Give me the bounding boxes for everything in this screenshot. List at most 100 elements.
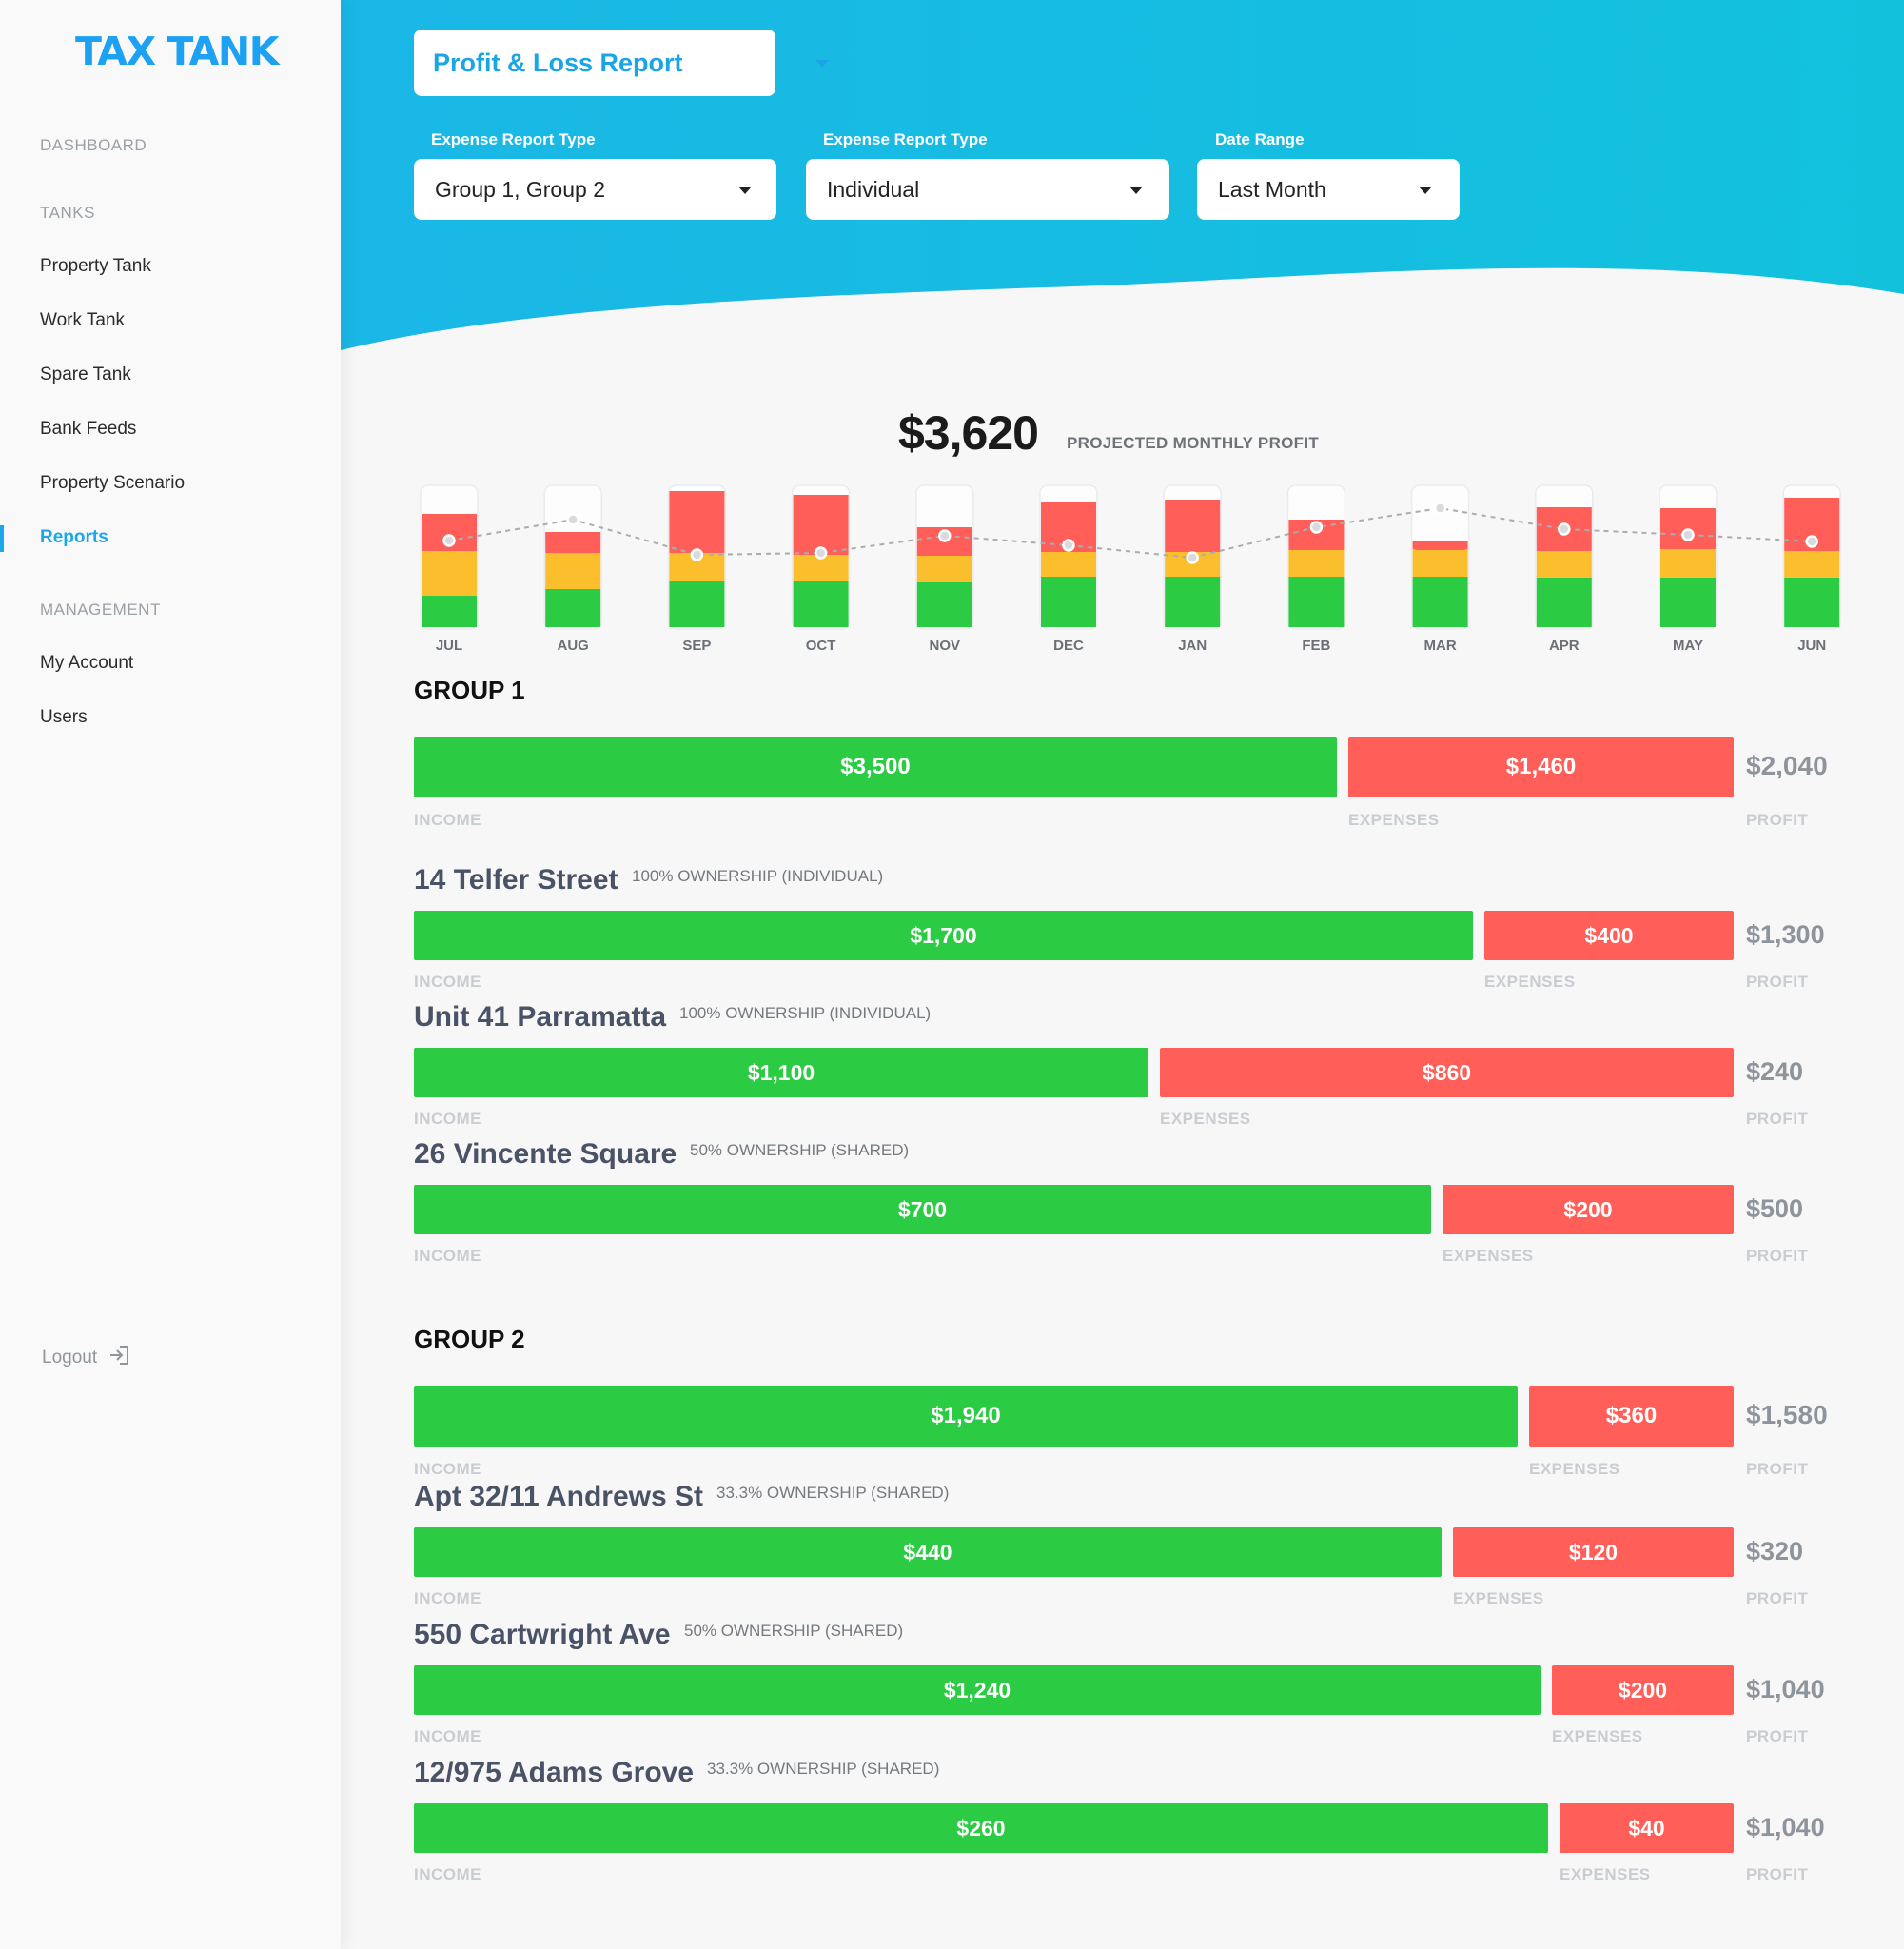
sidebar-item-my-account[interactable]: My Account	[40, 653, 133, 674]
group-2-property-2-name[interactable]: 550 Cartwright Ave	[414, 1619, 671, 1651]
group-2-property-3-expenses-bar[interactable]: $40	[1560, 1803, 1734, 1853]
group-1-property-1-profit-value: $1,300	[1746, 919, 1825, 949]
group-1-property-3-expenses-bar[interactable]: $200	[1443, 1185, 1734, 1234]
sidebar-item-reports[interactable]: Reports	[40, 527, 108, 548]
header-banner: Profit & Loss Report Expense Report Type…	[341, 0, 1904, 362]
group-2-property-1-expenses-bar[interactable]: $120	[1453, 1527, 1734, 1577]
group-2-property-1-income-bar[interactable]: $440	[414, 1527, 1442, 1577]
group-2-property-2-profit-value: $1,040	[1746, 1674, 1825, 1703]
chart-bar-cap	[1041, 502, 1096, 512]
chart-bar-cap	[1536, 507, 1592, 517]
group-1-property-3-expenses-label: EXPENSES	[1443, 1247, 1534, 1265]
chart-bar-cap	[422, 514, 477, 523]
chart-trend-point	[566, 513, 579, 526]
filter-value-groups: Group 1, Group 2	[435, 176, 605, 202]
group-2-property-2-expenses-bar[interactable]: $200	[1552, 1665, 1734, 1715]
chart-x-tick-label: JUL	[436, 638, 462, 654]
chart-bar-segment	[422, 551, 477, 596]
group-1-summary-expenses-label: EXPENSES	[1348, 811, 1440, 829]
group-1-property-3-profit-value: $500	[1746, 1193, 1804, 1223]
chart-bar-cap	[1165, 500, 1221, 509]
group-1-summary-expenses-bar[interactable]: $1,460	[1348, 737, 1734, 797]
chart-bar-segment	[1288, 550, 1345, 577]
sidebar-item-bank-feeds[interactable]: Bank Feeds	[40, 419, 136, 440]
sidebar-item-work-tank[interactable]: Work Tank	[40, 310, 125, 331]
group-1-property-1-name[interactable]: 14 Telfer Street	[414, 864, 618, 896]
chart-bar-segment	[1288, 577, 1345, 627]
group-2-property-3-name[interactable]: 12/975 Adams Grove	[414, 1757, 694, 1789]
group-1-summary-income-bar[interactable]: $3,500	[414, 737, 1337, 797]
group-2-summary-expenses-bar[interactable]: $360	[1529, 1386, 1734, 1447]
group-2-property-1-name[interactable]: Apt 32/11 Andrews St	[414, 1481, 703, 1513]
chart-bar-segment	[1041, 552, 1096, 577]
group-1-property-1-income-bar[interactable]: $1,700	[414, 911, 1473, 960]
chart-bar-segment	[1165, 577, 1221, 627]
report-type-value: Profit & Loss Report	[433, 48, 683, 77]
chart-bar-segment	[1660, 549, 1716, 578]
chevron-down-icon	[815, 60, 829, 68]
group-1-property-1-income-label: INCOME	[414, 973, 481, 991]
group-1-summary-profit-value: $2,040	[1746, 751, 1828, 781]
group-2-property-2-income-bar[interactable]: $1,240	[414, 1665, 1541, 1715]
group-1-property-3-income-bar[interactable]: $700	[414, 1185, 1431, 1234]
chart-bar-cap	[545, 532, 601, 541]
chart-x-tick-label: FEB	[1302, 638, 1330, 654]
chart-bar-segment	[422, 596, 477, 627]
chart-bar-segment	[669, 581, 725, 627]
chart-trend-point	[814, 546, 828, 560]
group-2-property-2-profit-label: PROFIT	[1746, 1727, 1809, 1745]
group-1-property-2-expenses-label: EXPENSES	[1160, 1110, 1251, 1128]
chart-bar-segment	[916, 582, 972, 627]
chart-trend-point	[1186, 551, 1199, 564]
filter-dropdown-date-range[interactable]: Last Month	[1197, 159, 1460, 220]
chart-x-tick-label: MAR	[1424, 638, 1457, 654]
brand-logo[interactable]: TAX TANK	[75, 29, 280, 74]
chevron-down-icon	[1129, 187, 1143, 194]
chart-x-tick-label: JAN	[1178, 638, 1207, 654]
group-2-property-2-expenses-label: EXPENSES	[1552, 1727, 1643, 1745]
chart-bar-cap	[669, 491, 725, 501]
group-1-property-2-income-bar[interactable]: $1,100	[414, 1048, 1148, 1097]
filter-value-individual: Individual	[827, 176, 920, 202]
logout-button[interactable]: Logout	[42, 1345, 129, 1371]
group-2-property-2-income-label: INCOME	[414, 1727, 481, 1745]
filter-label-date-range: Date Range	[1215, 130, 1305, 148]
chart-trend-point	[1062, 539, 1075, 552]
sidebar-item-users[interactable]: Users	[40, 707, 88, 728]
group-2-property-3-income-bar[interactable]: $260	[414, 1803, 1548, 1853]
chart-bar-segment	[1660, 578, 1716, 627]
group-2-summary-income-bar[interactable]: $1,940	[414, 1386, 1518, 1447]
group-1-property-2-profit-label: PROFIT	[1746, 1110, 1809, 1128]
chart-bar-segment	[793, 581, 849, 627]
group-2-property-2-ownership: 50% OWNERSHIP (SHARED)	[684, 1622, 904, 1640]
sidebar-item-property-tank[interactable]: Property Tank	[40, 256, 151, 277]
group-2-property-3-profit-label: PROFIT	[1746, 1865, 1809, 1883]
group-1-property-2-ownership: 100% OWNERSHIP (INDIVIDUAL)	[679, 1004, 932, 1022]
nav-section-tanks: TANKS	[40, 204, 95, 222]
group-2-property-1-profit-label: PROFIT	[1746, 1589, 1809, 1607]
nav-dashboard[interactable]: DASHBOARD	[40, 136, 147, 155]
report-type-dropdown[interactable]: Profit & Loss Report	[414, 30, 829, 96]
filter-label-expense-type-1: Expense Report Type	[431, 130, 596, 148]
sidebar-item-spare-tank[interactable]: Spare Tank	[40, 364, 131, 385]
group-1-property-2-profit-value: $240	[1746, 1056, 1804, 1086]
group-1-property-2-expenses-bar[interactable]: $860	[1160, 1048, 1734, 1097]
chart-bar-segment	[545, 589, 601, 627]
sidebar-item-property-scenario[interactable]: Property Scenario	[40, 473, 185, 494]
group-1-property-1-ownership: 100% OWNERSHIP (INDIVIDUAL)	[632, 867, 884, 885]
group-1-property-1-expenses-label: EXPENSES	[1484, 973, 1576, 991]
chart-trend-line	[448, 506, 1813, 560]
group-1-property-3-ownership: 50% OWNERSHIP (SHARED)	[690, 1141, 910, 1159]
filter-dropdown-groups[interactable]: Group 1, Group 2	[414, 159, 776, 220]
chart-bar-segment	[1536, 578, 1592, 627]
group-1-property-2-name[interactable]: Unit 41 Parramatta	[414, 1001, 666, 1034]
filter-dropdown-individual[interactable]: Individual	[806, 159, 1169, 220]
chart-x-tick-label: AUG	[558, 638, 589, 654]
chart-trend-point	[1558, 522, 1571, 536]
chart-trend-point	[1681, 528, 1695, 541]
group-1-property-3-name[interactable]: 26 Vincente Square	[414, 1138, 677, 1171]
group-1-property-1-profit-label: PROFIT	[1746, 973, 1809, 991]
group-2-property-3-expenses-label: EXPENSES	[1560, 1865, 1651, 1883]
group-1-property-1-expenses-bar[interactable]: $400	[1484, 911, 1734, 960]
group-2-property-1-profit-value: $320	[1746, 1536, 1804, 1565]
